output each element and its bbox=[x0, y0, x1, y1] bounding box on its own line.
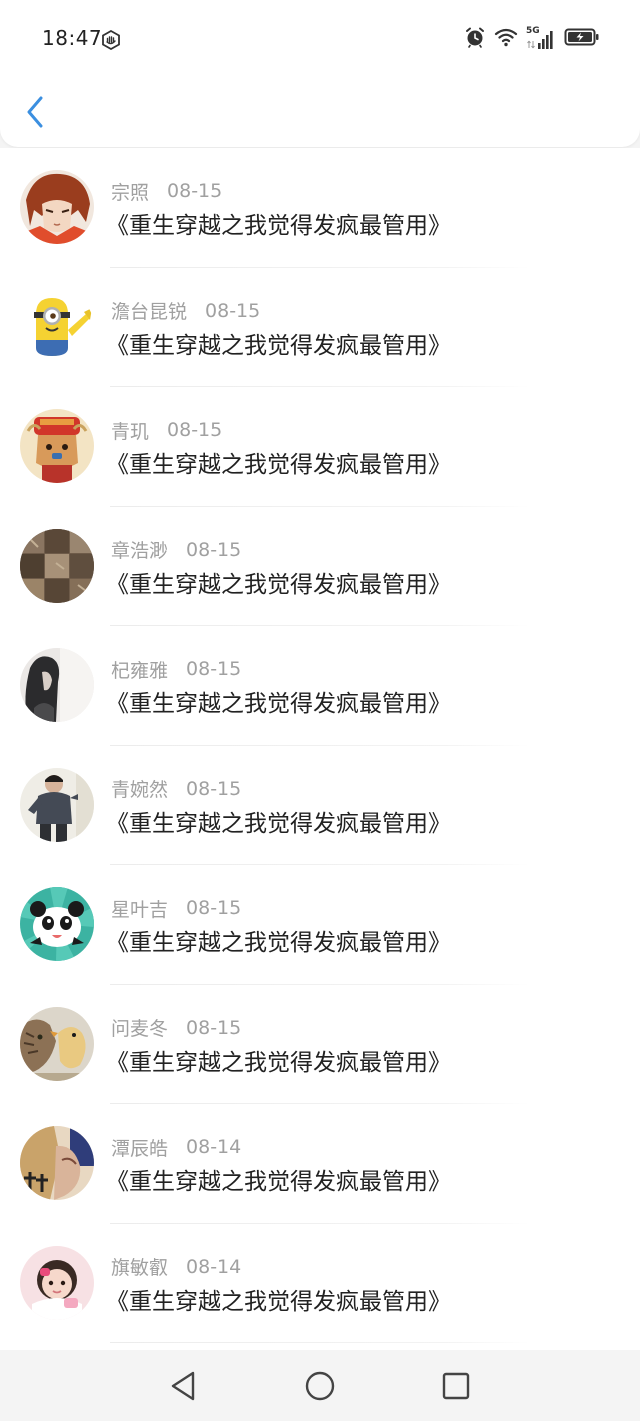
list-item[interactable]: 潭辰皓 08-14 《重生穿越之我觉得发疯最管用》 bbox=[0, 1104, 640, 1224]
home-circle-icon bbox=[305, 1371, 335, 1401]
app-header: 18:47 5G bbox=[0, 0, 640, 147]
back-triangle-icon bbox=[171, 1371, 195, 1401]
reader-name: 旗敏叡 bbox=[111, 1257, 169, 1279]
list-item[interactable]: 星叶吉 08-15 《重生穿越之我觉得发疯最管用》 bbox=[0, 865, 640, 985]
book-title: 《重生穿越之我觉得发疯最管用》 bbox=[106, 1169, 451, 1195]
reader-name: 潭辰皓 bbox=[111, 1137, 169, 1160]
back-button[interactable] bbox=[18, 92, 52, 132]
avatar bbox=[20, 1126, 94, 1200]
reader-name: 杞雍雅 bbox=[111, 659, 169, 682]
item-date: 08-14 bbox=[186, 1255, 242, 1278]
item-date: 08-15 bbox=[167, 419, 223, 441]
status-bar: 18:47 5G bbox=[0, 0, 640, 78]
item-meta: 青婉然 08-15 bbox=[111, 776, 241, 802]
avatar bbox=[20, 887, 94, 961]
reader-name: 星叶吉 bbox=[111, 898, 169, 921]
book-title: 《重生穿越之我觉得发疯最管用》 bbox=[106, 810, 451, 837]
nav-home-button[interactable] bbox=[304, 1370, 336, 1402]
reader-name: 澹台昆锐 bbox=[111, 301, 188, 323]
alarm-icon bbox=[464, 26, 486, 52]
list-item[interactable]: 章浩渺 08-15 《重生穿越之我觉得发疯最管用》 bbox=[0, 507, 640, 626]
item-date: 08-15 bbox=[186, 777, 242, 800]
item-meta: 章浩渺 08-15 bbox=[111, 537, 241, 563]
item-date: 08-14 bbox=[186, 1136, 242, 1158]
signal-icon: 5G bbox=[526, 26, 556, 50]
book-title: 《重生穿越之我觉得发疯最管用》 bbox=[106, 213, 451, 239]
avatar bbox=[20, 409, 94, 483]
item-date: 08-15 bbox=[186, 897, 242, 919]
status-time: 18:47 bbox=[42, 26, 103, 50]
list-item[interactable]: 宗照 08-15 《重生穿越之我觉得发疯最管用》 bbox=[0, 148, 640, 268]
divider bbox=[110, 1342, 530, 1343]
list-item[interactable]: 杞雍雅 08-15 《重生穿越之我觉得发疯最管用》 bbox=[0, 626, 640, 746]
reader-name: 青玑 bbox=[111, 420, 150, 443]
list-item[interactable]: 问麦冬 08-15 《重生穿越之我觉得发疯最管用》 bbox=[0, 985, 640, 1104]
item-date: 08-15 bbox=[186, 1016, 242, 1039]
item-meta: 宗照 08-15 bbox=[111, 178, 222, 204]
item-meta: 潭辰皓 08-14 bbox=[111, 1134, 241, 1160]
book-title: 《重生穿越之我觉得发疯最管用》 bbox=[106, 452, 451, 478]
reader-name: 宗照 bbox=[111, 181, 150, 204]
system-nav-bar bbox=[0, 1350, 640, 1421]
avatar bbox=[20, 1006, 94, 1081]
item-date: 08-15 bbox=[205, 299, 261, 322]
vpn-hex-icon bbox=[101, 29, 121, 51]
item-meta: 星叶吉 08-15 bbox=[111, 895, 241, 921]
avatar bbox=[20, 289, 94, 364]
item-date: 08-15 bbox=[167, 180, 223, 202]
list-item[interactable]: 澹台昆锐 08-15 《重生穿越之我觉得发疯最管用》 bbox=[0, 268, 640, 387]
reader-name: 问麦冬 bbox=[111, 1018, 169, 1040]
wifi-icon bbox=[494, 27, 518, 51]
avatar bbox=[20, 528, 94, 603]
list-item[interactable]: 青婉然 08-15 《重生穿越之我觉得发疯最管用》 bbox=[0, 746, 640, 865]
avatar bbox=[20, 170, 94, 244]
avatar bbox=[20, 1245, 94, 1320]
book-title: 《重生穿越之我觉得发疯最管用》 bbox=[106, 571, 451, 598]
status-icons: 5G bbox=[464, 26, 600, 52]
list-item[interactable]: 旗敏叡 08-14 《重生穿越之我觉得发疯最管用》 bbox=[0, 1224, 640, 1343]
book-title: 《重生穿越之我觉得发疯最管用》 bbox=[106, 691, 451, 717]
book-title: 《重生穿越之我觉得发疯最管用》 bbox=[106, 930, 451, 956]
book-title: 《重生穿越之我觉得发疯最管用》 bbox=[106, 1049, 451, 1076]
battery-charging-icon bbox=[564, 27, 600, 51]
chevron-left-icon bbox=[27, 96, 43, 128]
nav-recents-button[interactable] bbox=[440, 1370, 472, 1402]
recents-square-icon bbox=[442, 1372, 470, 1400]
item-meta: 旗敏叡 08-14 bbox=[111, 1254, 241, 1280]
reader-name: 章浩渺 bbox=[111, 540, 169, 562]
avatar bbox=[20, 767, 94, 842]
item-date: 08-15 bbox=[186, 658, 242, 680]
item-meta: 问麦冬 08-15 bbox=[111, 1015, 241, 1041]
item-date: 08-15 bbox=[186, 538, 242, 561]
reader-list: 宗照 08-15 《重生穿越之我觉得发疯最管用》 澹台昆锐 08-15 《重生穿… bbox=[0, 148, 640, 1350]
nav-back-button[interactable] bbox=[167, 1370, 199, 1402]
item-meta: 青玑 08-15 bbox=[111, 417, 222, 443]
item-meta: 澹台昆锐 08-15 bbox=[111, 298, 260, 324]
reader-name: 青婉然 bbox=[111, 779, 169, 801]
book-title: 《重生穿越之我觉得发疯最管用》 bbox=[106, 1288, 451, 1315]
book-title: 《重生穿越之我觉得发疯最管用》 bbox=[106, 332, 451, 359]
item-meta: 杞雍雅 08-15 bbox=[111, 656, 241, 682]
avatar bbox=[20, 648, 94, 722]
list-item[interactable]: 青玑 08-15 《重生穿越之我觉得发疯最管用》 bbox=[0, 387, 640, 507]
